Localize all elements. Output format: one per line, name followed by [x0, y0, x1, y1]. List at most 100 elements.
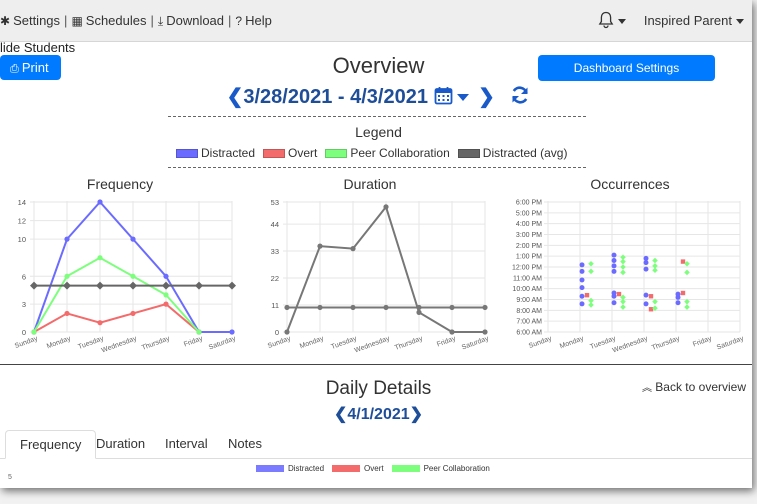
data-point: [195, 281, 203, 290]
data-point: [64, 236, 70, 242]
x-tick-label: Saturday: [208, 335, 237, 351]
x-tick-label: Friday: [692, 335, 713, 348]
nav-user-area: Inspired Parent: [598, 11, 744, 32]
daily-legend-item[interactable]: Peer Collaboration: [391, 464, 490, 473]
y-tick-label: 33: [271, 247, 279, 256]
data-point: [284, 329, 290, 335]
data-point: [383, 304, 389, 311]
y-tick-label: 0: [275, 328, 279, 337]
data-point: [620, 254, 626, 261]
nav-separator: |: [228, 13, 232, 28]
legend-label: Distracted: [201, 146, 256, 160]
tab-notes[interactable]: Notes: [214, 430, 276, 459]
data-point: [416, 309, 422, 315]
daily-legend: Distracted Overt Peer Collaboration: [256, 464, 498, 473]
data-point: [317, 243, 323, 249]
data-point: [579, 277, 585, 283]
legend-label: Overt: [364, 464, 384, 473]
data-point: [64, 310, 70, 317]
data-point: [620, 264, 626, 270]
x-tick-label: Sunday: [528, 335, 553, 350]
navbar: ✱ Settings | ▦ Schedules | ⤓ Download |? Help Ins…: [0, 0, 752, 42]
daily-axis-tick: 5: [8, 474, 12, 481]
data-point: [31, 329, 37, 335]
caret-down-icon[interactable]: [456, 94, 469, 102]
download-label: Download: [166, 13, 225, 28]
legend-swatch: [176, 149, 198, 159]
next-week-chevron-icon[interactable]: ❯: [478, 86, 495, 108]
data-point: [449, 329, 455, 335]
legend-item[interactable]: Overt: [263, 146, 317, 160]
back-label: Back to overview: [655, 380, 746, 394]
refresh-icon: [512, 86, 529, 104]
frequency-chart-title: Frequency: [86, 176, 154, 192]
prev-day-chevron-icon[interactable]: ❮: [334, 406, 347, 423]
data-point: [611, 300, 617, 306]
y-tick-label: 12:00 PM: [512, 265, 542, 272]
legend-divider-top: [168, 116, 586, 117]
daily-date: 4/1/2021: [347, 406, 410, 423]
legend-label: Distracted (avg): [482, 146, 568, 160]
data-point: [643, 260, 649, 266]
notification-bell[interactable]: [598, 11, 614, 32]
nav-schedules[interactable]: ▦ Schedules: [71, 13, 146, 28]
tab-interval[interactable]: Interval: [151, 430, 222, 459]
legend-item[interactable]: Distracted: [176, 146, 255, 160]
data-point: [579, 285, 585, 291]
prev-week-chevron-icon[interactable]: ❮: [227, 86, 244, 108]
legend-title: Legend: [355, 124, 402, 140]
calendar-icon: [434, 87, 452, 105]
x-tick-label: Saturday: [716, 335, 745, 351]
data-point: [648, 294, 654, 299]
user-menu[interactable]: Inspired Parent: [644, 13, 744, 28]
legend-divider-bottom: [168, 167, 586, 168]
x-tick-label: Monday: [46, 335, 72, 350]
nav-settings[interactable]: ✱ Settings: [0, 13, 60, 28]
chevron-down-icon: [736, 19, 744, 24]
data-point: [652, 257, 658, 264]
y-tick-label: 4:00 PM: [516, 221, 542, 228]
y-tick-label: 6:00 AM: [516, 330, 542, 337]
daily-legend-item[interactable]: Distracted: [256, 464, 324, 473]
data-point: [579, 262, 585, 268]
legend-swatch: [391, 465, 420, 473]
x-tick-label: Sunday: [14, 335, 39, 350]
nav-help[interactable]: ? Help: [235, 13, 271, 28]
data-point: [643, 255, 649, 261]
frequency-chart: 036101214Sunday Monday TuesdayWednesday Thu…: [14, 198, 237, 354]
data-point: [163, 292, 169, 298]
y-tick-label: 6: [22, 272, 26, 281]
refresh-button[interactable]: [510, 85, 530, 111]
legend-swatch: [332, 465, 361, 473]
data-point: [130, 236, 136, 242]
y-tick-label: 12: [18, 217, 26, 226]
data-point: [684, 304, 690, 310]
calendar-icon: ▦: [71, 14, 83, 28]
nav-links: ✱ Settings | ▦ Schedules | ⤓ Download |? Help: [0, 13, 272, 29]
back-to-overview-link[interactable]: ︽ Back to overview: [642, 379, 746, 394]
dashboard-settings-button[interactable]: Dashboard Settings: [538, 55, 715, 81]
data-point: [652, 263, 658, 269]
daily-legend-item[interactable]: Overt: [332, 464, 384, 473]
y-tick-label: 1:00 PM: [516, 254, 542, 261]
data-point: [482, 329, 488, 335]
legend-item[interactable]: Distracted (avg): [457, 146, 568, 160]
daily-date-row: ❮4/1/2021❯: [0, 404, 752, 424]
calendar-picker[interactable]: [434, 86, 453, 111]
data-point: [96, 281, 104, 290]
nav-download[interactable]: ⤓ Download: [158, 13, 224, 28]
y-tick-label: 22: [271, 274, 279, 283]
legend: Distracted Overt Peer Collaboration Distrac…: [176, 146, 575, 160]
nav-separator: |: [64, 13, 68, 28]
data-point: [350, 304, 356, 311]
data-point: [97, 320, 103, 326]
settings-label: Settings: [13, 13, 61, 28]
data-point: [482, 304, 488, 311]
occurrences-chart-title: Occurrences: [590, 176, 670, 192]
x-tick-label: Friday: [436, 335, 457, 348]
tab-duration[interactable]: Duration: [82, 430, 159, 459]
next-day-chevron-icon[interactable]: ❯: [410, 406, 423, 423]
chevron-down-icon[interactable]: [618, 19, 627, 24]
legend-item[interactable]: Peer Collaboration: [325, 146, 450, 160]
x-tick-label: Friday: [183, 335, 204, 348]
